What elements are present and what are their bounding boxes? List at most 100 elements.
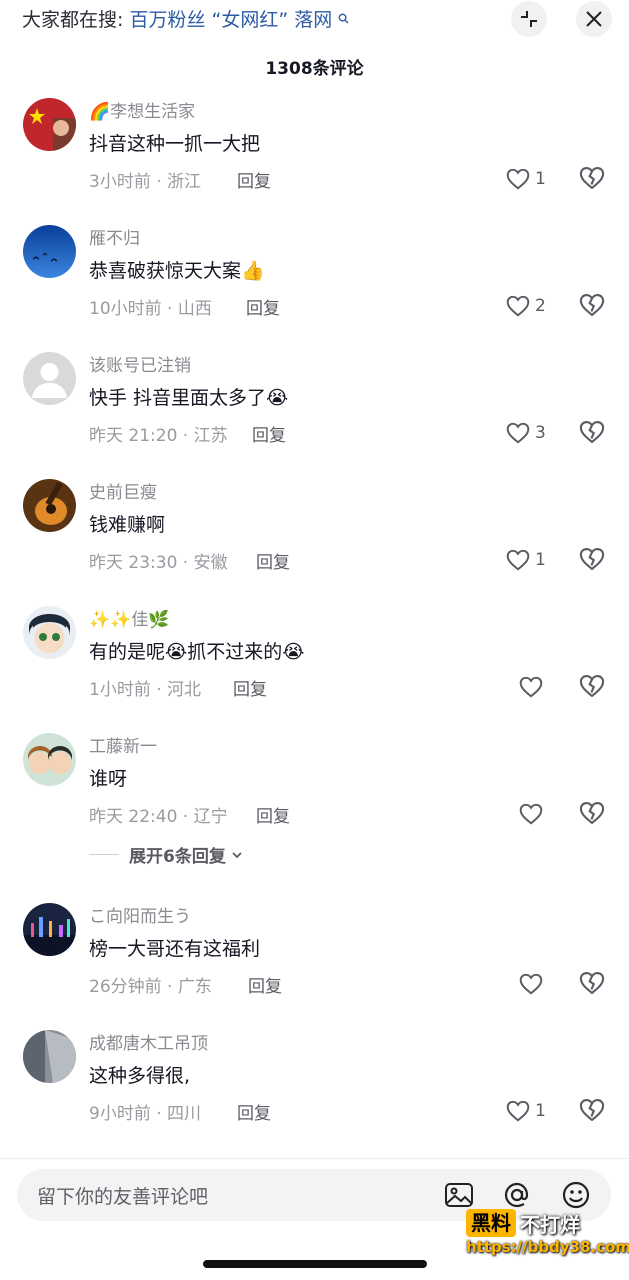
comment-meta: 昨天 21:20 · 江苏 [89,426,228,446]
reply-button[interactable]: 回复 [248,972,282,997]
watermark-tag: 黑料 [466,1209,516,1237]
reply-button[interactable]: 回复 [237,1099,271,1124]
comment-username[interactable]: 工藤新一 [89,732,157,757]
watermark: 黑料 不打烊 https://bbdy38.com [466,1208,629,1260]
image-button[interactable] [443,1179,475,1211]
avatar[interactable] [23,1030,76,1083]
avatar[interactable] [23,98,76,151]
heart-icon [506,422,530,444]
reply-button[interactable]: 回复 [233,675,267,700]
dislike-button[interactable] [578,545,608,575]
like-button[interactable]: 2 [505,291,546,321]
broken-heart-icon [579,421,605,444]
reply-button[interactable]: 回复 [256,548,290,573]
comment-username[interactable]: 史前巨瘦 [89,478,157,503]
like-button[interactable]: 1 [505,164,546,194]
comment-meta: 昨天 22:40 · 辽宁 [89,807,228,827]
like-button[interactable] [518,969,544,999]
comment-meta: 26分钟前 · 广东 [89,977,212,997]
avatar[interactable] [23,225,76,278]
comment-meta: 昨天 23:30 · 安徽 [89,553,228,573]
watermark-logo: 黑料 不打烊 [466,1208,580,1238]
dislike-button[interactable] [578,969,608,999]
avatar[interactable] [23,479,76,532]
comment-item: 工藤新一 谁呀 昨天 22:40 · 辽宁 回复 [0,729,629,839]
comment-text: 恭喜破获惊天大案👍 [89,260,265,282]
comment-meta: 3小时前 · 浙江 [89,172,202,192]
comment-text: 榜一大哥还有这福利 [89,938,261,960]
like-button[interactable] [518,672,544,702]
dislike-button[interactable] [578,672,608,702]
heart-icon [506,168,530,190]
heart-icon [519,803,543,825]
avatar[interactable] [23,733,76,786]
comment-text: 抖音这种一抓一大把 [89,133,261,155]
emoji-icon [562,1181,590,1209]
avatar[interactable] [23,352,76,405]
comment-count-title: 1308条评论 [265,59,364,79]
collapse-icon [521,11,537,27]
comment-input-placeholder: 留下你的友善评论吧 [37,1186,209,1208]
dislike-button[interactable] [578,799,608,829]
broken-heart-icon [579,675,605,698]
comment-username[interactable]: 雁不归 [89,224,140,249]
comment-username[interactable]: 🌈李想生活家 [89,97,195,122]
broken-heart-icon [579,167,605,190]
avatar[interactable] [23,606,76,659]
search-suggestion[interactable]: 大家都在搜: 百万粉丝 “女网红” 落网 [22,6,349,34]
heart-icon [519,676,543,698]
mention-button[interactable] [501,1179,533,1211]
comment-text: 谁呀 [89,768,128,790]
comment-meta: 9小时前 · 四川 [89,1104,202,1124]
comment-item: 史前巨瘦 钱难赚啊 昨天 23:30 · 安徽 回复 1 [0,475,629,585]
comment-item: こ向阳而生う 榜一大哥还有这福利 26分钟前 · 广东 回复 [0,899,629,1009]
reply-button[interactable]: 回复 [252,421,286,446]
comment-item: ✨✨佳🌿 有的是呢😭抓不过来的😭 1小时前 · 河北 回复 [0,602,629,712]
close-icon [586,11,602,27]
comment-item: 成都唐木工吊顶 这种多得很, 9小时前 · 四川 回复 1 [0,1026,629,1136]
reply-button[interactable]: 回复 [256,802,290,827]
reply-button[interactable]: 回复 [237,167,271,192]
emoji-button[interactable] [560,1179,592,1211]
search-suggestion-query[interactable]: 百万粉丝 “女网红” 落网 [129,9,332,31]
watermark-text: 不打烊 [520,1212,580,1237]
comment-username[interactable]: 该账号已注销 [89,351,191,376]
broken-heart-icon [579,972,605,995]
search-icon [338,13,349,27]
dislike-button[interactable] [578,164,608,194]
heart-icon [506,549,530,571]
broken-heart-icon [579,1099,605,1122]
home-indicator[interactable] [203,1260,427,1268]
comment-username[interactable]: こ向阳而生う [89,902,191,927]
like-count: 1 [535,1101,546,1121]
dislike-button[interactable] [578,418,608,448]
like-count: 1 [535,550,546,570]
search-suggestion-prefix: 大家都在搜: [22,9,124,31]
comment-text: 这种多得很, [89,1065,191,1087]
comment-username[interactable]: ✨✨佳🌿 [89,605,170,630]
expand-replies-button[interactable]: 展开6条回复 [89,842,244,867]
broken-heart-icon [579,294,605,317]
like-button[interactable]: 1 [505,545,546,575]
like-button[interactable]: 1 [505,1096,546,1126]
close-button[interactable] [576,1,612,37]
comment-username[interactable]: 成都唐木工吊顶 [89,1029,208,1054]
chevron-down-icon [232,851,242,858]
comment-text: 有的是呢😭抓不过来的😭 [89,641,305,663]
comment-meta: 10小时前 · 山西 [89,299,212,319]
like-button[interactable] [518,799,544,829]
dislike-button[interactable] [578,1096,608,1126]
comment-meta: 1小时前 · 河北 [89,680,202,700]
collapse-button[interactable] [511,1,547,37]
avatar[interactable] [23,903,76,956]
like-button[interactable]: 3 [505,418,546,448]
expand-replies-label: 展开6条回复 [129,847,226,867]
top-bar: 大家都在搜: 百万粉丝 “女网红” 落网 [0,0,629,40]
comment-item: 雁不归 恭喜破获惊天大案👍 10小时前 · 山西 回复 2 [0,221,629,331]
reply-button[interactable]: 回复 [246,294,280,319]
comment-item: 🌈李想生活家 抖音这种一抓一大把 3小时前 · 浙江 回复 1 [0,94,629,204]
dislike-button[interactable] [578,291,608,321]
comment-text: 快手 抖音里面太多了😭 [89,387,289,409]
heart-icon [506,295,530,317]
comment-text: 钱难赚啊 [89,514,166,536]
